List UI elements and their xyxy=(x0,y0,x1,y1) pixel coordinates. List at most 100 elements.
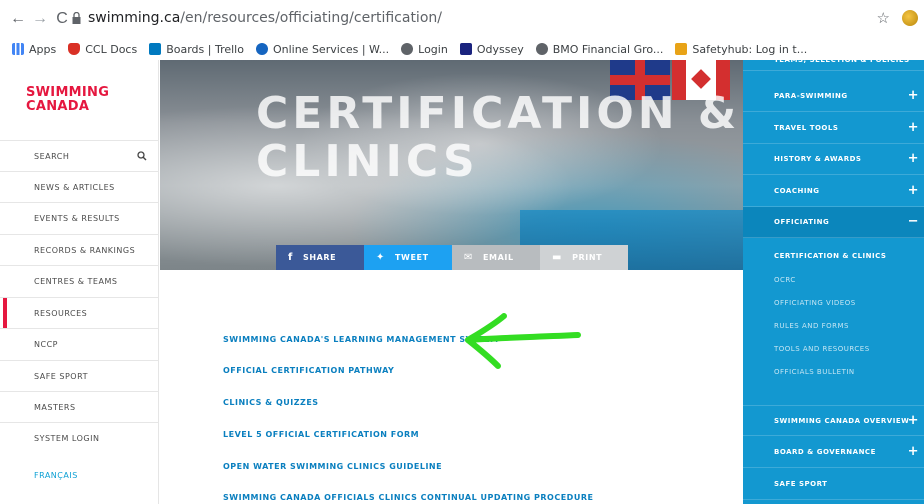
rnav-sub-tools-resources[interactable]: TOOLS AND RESOURCES xyxy=(774,345,870,353)
url-path: /en/resources/officiating/certification/ xyxy=(180,10,442,26)
sidebar-item-label: CENTRES & TEAMS xyxy=(34,276,118,286)
sidebar-item-nccp[interactable]: NCCP xyxy=(0,328,159,359)
expand-plus-icon[interactable]: + xyxy=(908,445,919,458)
rnav-sub-certification-clinics[interactable]: CERTIFICATION & CLINICS xyxy=(774,252,886,260)
reload-icon[interactable]: C xyxy=(52,9,72,29)
expand-plus-icon[interactable]: + xyxy=(908,50,919,63)
rnav-para-swimming[interactable]: PARA-SWIMMING + xyxy=(743,81,924,112)
back-arrow-icon[interactable]: ← xyxy=(8,9,28,29)
rnav-sub-ocrc[interactable]: OCRC xyxy=(774,276,796,284)
sidebar-item-label: EVENTS & RESULTS xyxy=(34,213,120,223)
expand-plus-icon[interactable]: + xyxy=(908,184,919,197)
sidebar-item-search[interactable]: SEARCH xyxy=(0,140,159,171)
rnav-overview[interactable]: SWIMMING CANADA OVERVIEW + xyxy=(743,405,924,436)
url-field[interactable]: swimming.ca/en/resources/officiating/cer… xyxy=(88,10,442,26)
sidebar-item-system-login[interactable]: SYSTEM LOGIN xyxy=(0,422,159,453)
logo-line-1: SWIMMING xyxy=(26,85,110,100)
sidebar-item-safe-sport[interactable]: SAFE SPORT xyxy=(0,360,159,391)
sidebar-item-label: RESOURCES xyxy=(34,308,88,318)
rnav-label: OFFICIATING xyxy=(774,218,830,226)
folder-icon xyxy=(675,43,688,55)
bookmark-ccl-docs[interactable]: CCL Docs xyxy=(68,43,137,56)
rnav-travel-tools[interactable]: TRAVEL TOOLS + xyxy=(743,113,924,144)
right-nav-panel: TEAMS, SELECTION & POLICIES + PARA-SWIMM… xyxy=(743,50,924,504)
rnav-teams-selection[interactable]: TEAMS, SELECTION & POLICIES + xyxy=(743,50,924,71)
swimming-canada-logo[interactable]: SWIMMING CANADA xyxy=(26,86,109,114)
sidebar-item-label: NCCP xyxy=(34,339,58,349)
email-share-button[interactable]: ✉ EMAIL xyxy=(452,245,540,270)
bookmark-label: Apps xyxy=(29,42,57,56)
rnav-history-awards[interactable]: HISTORY & AWARDS + xyxy=(743,144,924,175)
sidebar-item-news[interactable]: NEWS & ARTICLES xyxy=(0,171,159,202)
apps-grid-icon xyxy=(12,43,24,55)
twitter-bird-icon: ✦ xyxy=(376,252,385,263)
url-host: swimming.ca xyxy=(88,10,181,26)
twitter-tweet-button[interactable]: ✦ TWEET xyxy=(364,245,452,270)
ccl-shield-icon xyxy=(68,43,81,55)
bookmark-label: Online Services | W... xyxy=(272,42,390,56)
bookmark-bmo[interactable]: BMO Financial Gro... xyxy=(535,42,664,56)
sidebar-item-francais[interactable]: FRANÇAIS xyxy=(0,460,159,491)
bookmark-label: CCL Docs xyxy=(85,42,138,56)
facebook-icon: f xyxy=(288,252,293,263)
rnav-sub-rules-forms[interactable]: RULES AND FORMS xyxy=(774,322,849,330)
rnav-label: BOARD & GOVERNANCE xyxy=(774,448,876,456)
facebook-share-button[interactable]: f SHARE xyxy=(276,245,364,270)
sidebar-item-events[interactable]: EVENTS & RESULTS xyxy=(0,202,159,233)
page-title-line-2: CLINICS xyxy=(256,136,479,187)
rnav-board-governance[interactable]: BOARD & GOVERNANCE + xyxy=(743,437,924,468)
forward-arrow-icon[interactable]: → xyxy=(30,9,50,29)
expand-plus-icon[interactable]: + xyxy=(908,414,919,427)
bookmark-label: Odyssey xyxy=(476,42,524,56)
collapse-minus-icon[interactable]: − xyxy=(908,215,919,228)
share-label: SHARE xyxy=(302,253,337,262)
rnav-sub-officiating-videos[interactable]: OFFICIATING VIDEOS xyxy=(774,299,856,307)
sidebar-item-resources[interactable]: RESOURCES xyxy=(0,297,159,329)
rnav-label: TEAMS, SELECTION & POLICIES xyxy=(774,56,910,64)
expand-plus-icon[interactable]: + xyxy=(908,121,919,134)
link-clinics-quizzes[interactable]: CLINICS & QUIZZES xyxy=(223,398,319,407)
bookmark-trello[interactable]: Boards | Trello xyxy=(149,43,244,56)
globe-icon xyxy=(401,43,414,55)
rnav-label: TRAVEL TOOLS xyxy=(774,124,839,132)
expand-plus-icon[interactable]: + xyxy=(908,89,919,102)
green-arrow-annotation xyxy=(465,313,581,369)
rnav-coaching[interactable]: COACHING + xyxy=(743,176,924,207)
sidebar-item-centres[interactable]: CENTRES & TEAMS xyxy=(0,265,159,296)
sidebar-item-label: NEWS & ARTICLES xyxy=(34,182,115,192)
link-level5-certification-form[interactable]: LEVEL 5 OFFICIAL CERTIFICATION FORM xyxy=(223,430,419,439)
sidebar-item-masters[interactable]: MASTERS xyxy=(0,391,159,422)
online-services-icon xyxy=(255,43,268,55)
expand-plus-icon[interactable]: + xyxy=(908,152,919,165)
sidebar-item-label: MASTERS xyxy=(34,402,76,412)
bookmark-label: BMO Financial Gro... xyxy=(552,42,664,56)
odyssey-icon xyxy=(459,43,472,55)
rnav-label: HISTORY & AWARDS xyxy=(774,155,862,163)
bookmark-apps[interactable]: Apps xyxy=(12,43,56,56)
rnav-label: SAFE SPORT xyxy=(774,480,828,488)
globe-icon xyxy=(535,43,548,55)
rnav-officiating[interactable]: OFFICIATING − xyxy=(743,207,924,238)
link-official-certification-pathway[interactable]: OFFICIAL CERTIFICATION PATHWAY xyxy=(223,366,394,375)
rnav-label: COACHING xyxy=(774,187,820,195)
bookmark-odyssey[interactable]: Odyssey xyxy=(459,42,524,56)
bookmark-login[interactable]: Login xyxy=(401,43,448,56)
search-icon[interactable] xyxy=(137,151,147,161)
sidebar-item-records[interactable]: RECORDS & RANKINGS xyxy=(0,234,159,265)
sidebar-item-label: SAFE SPORT xyxy=(34,371,88,381)
bookmark-online-services[interactable]: Online Services | W... xyxy=(255,42,390,56)
rnav-sub-officials-bulletin[interactable]: OFFICIALS BULLETIN xyxy=(774,368,855,376)
trello-icon xyxy=(149,43,162,55)
rnav-safe-sport[interactable]: SAFE SPORT xyxy=(743,469,924,500)
lock-icon xyxy=(72,12,81,24)
link-open-water-clinics-guideline[interactable]: OPEN WATER SWIMMING CLINICS GUIDELINE xyxy=(223,462,442,471)
share-label: PRINT xyxy=(572,253,603,262)
bookmark-star-icon[interactable]: ☆ xyxy=(877,9,890,27)
link-learning-management-system[interactable]: SWIMMING CANADA'S LEARNING MANAGEMENT SY… xyxy=(223,335,499,344)
link-officials-clinics-updating-procedure[interactable]: SWIMMING CANADA OFFICIALS CLINICS CONTIN… xyxy=(223,493,593,502)
hero-banner: CERTIFICATION & CLINICS xyxy=(160,60,743,270)
share-label: EMAIL xyxy=(482,253,514,262)
rnav-label: PARA-SWIMMING xyxy=(774,92,848,100)
extension-icon[interactable] xyxy=(902,10,918,26)
print-button[interactable]: ▬ PRINT xyxy=(540,245,628,270)
